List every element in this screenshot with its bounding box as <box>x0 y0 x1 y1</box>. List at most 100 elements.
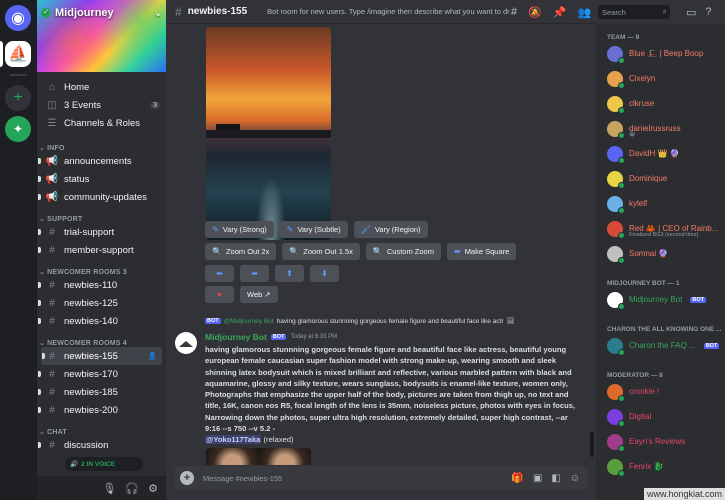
member-name: Cixelyn <box>629 74 656 83</box>
channel-status[interactable]: 📢 status <box>37 170 166 188</box>
help-icon[interactable]: ? <box>705 6 711 18</box>
generated-image[interactable] <box>206 27 331 240</box>
add-server-icon[interactable]: + <box>5 85 31 111</box>
threads-icon[interactable]: # <box>511 6 517 18</box>
member-item[interactable]: crookie ! <box>596 379 725 404</box>
category-header[interactable]: ⌄ NEWCOMER ROOMS 4 <box>37 330 166 347</box>
member-item[interactable]: Eayn's Reviews <box>596 429 725 454</box>
voice-indicator[interactable]: 🔊 2 IN VOICE <box>65 457 143 471</box>
members-icon[interactable]: 👥 <box>578 6 592 19</box>
sidebar-item-2[interactable]: ☰ Channels & Roles <box>37 114 166 132</box>
sidebar-item-1[interactable]: ◫ 3 Events 3 <box>37 96 166 114</box>
member-item[interactable]: Red 🦀 | CEO of Rainb... Finalized BG3 (se… <box>596 216 725 241</box>
channel-newbies-125[interactable]: # newbies-125 <box>37 294 166 312</box>
action-button[interactable]: ✎ Vary (Strong) <box>205 221 274 238</box>
chat-scrollbar[interactable] <box>590 432 594 457</box>
action-button[interactable]: 🔍 Zoom Out 2x <box>205 243 277 260</box>
announcement-icon: 📢 <box>45 173 59 185</box>
emoji-icon[interactable]: ☺ <box>570 473 580 484</box>
category-header[interactable]: ⌄ INFO <box>37 135 166 152</box>
member-avatar <box>607 337 625 356</box>
category-header[interactable]: ⌄ NEWCOMER ROOMS 3 <box>37 259 166 276</box>
member-item[interactable]: clkruse <box>596 91 725 116</box>
sticker-icon[interactable]: ◧ <box>551 473 560 484</box>
chevron-down-icon[interactable]: ⌄ <box>154 8 162 19</box>
member-avatar <box>607 291 625 310</box>
channel-trial-support[interactable]: # trial-support <box>37 223 166 241</box>
action-button[interactable]: ⬅ <box>205 265 234 282</box>
explore-servers-icon[interactable]: ✦ <box>5 116 31 142</box>
member-avatar <box>607 145 625 164</box>
channel-topic[interactable]: Bot room for new users. Type /imagine th… <box>267 7 519 16</box>
action-button[interactable]: 🔍 Custom Zoom <box>365 243 441 260</box>
action-button[interactable]: 🖌 Vary (Region) <box>353 221 428 238</box>
channel-name: newbies-170 <box>64 368 118 380</box>
member-item[interactable]: Blue 🎩 | Beep Boop <box>596 41 725 66</box>
bot-tag: BOT <box>270 334 287 340</box>
headphones-icon[interactable]: 🎧 <box>125 482 139 495</box>
image-preview[interactable] <box>206 448 311 465</box>
action-button[interactable]: ✎ Vary (Subtle) <box>279 221 348 238</box>
button-icon: ⬌ <box>453 247 461 256</box>
member-item[interactable]: Dominique <box>596 166 725 191</box>
discord-home-icon[interactable]: ◉ <box>5 5 31 31</box>
channel-newbies-185[interactable]: # newbies-185 <box>37 383 166 401</box>
mute-bell-icon[interactable]: 🔕 <box>528 6 542 19</box>
channel-community-updates[interactable]: 📢 community-updates <box>37 188 166 206</box>
button-label: Make Square <box>464 247 510 256</box>
channel-newbies-110[interactable]: # newbies-110 <box>37 276 166 294</box>
channel-discussion[interactable]: # discussion <box>37 436 166 454</box>
member-item[interactable]: kylelf <box>596 191 725 216</box>
message-composer[interactable]: + Message #newbies-155 🎁 ▣ ◧ ☺ <box>174 466 588 490</box>
user-mention[interactable]: @Yoko117Taka <box>205 435 262 445</box>
midjourney-server-icon[interactable]: ⛵ <box>5 41 31 67</box>
server-header[interactable]: ✓ Midjourney ⌄ <box>41 4 162 22</box>
action-button[interactable]: 🔍 Zoom Out 1.5x <box>282 243 360 260</box>
channel-name: status <box>64 173 90 185</box>
member-item[interactable]: Midjourney Bot BOT <box>596 287 725 312</box>
attach-plus-icon[interactable]: + <box>180 471 194 485</box>
member-item[interactable]: Somnai 🔮 <box>596 241 725 266</box>
member-item[interactable]: Charon the FAQ ... BOT <box>596 333 725 358</box>
gift-icon[interactable]: 🎁 <box>511 473 523 484</box>
settings-gear-icon[interactable]: ⚙ <box>148 482 158 495</box>
channel-newbies-170[interactable]: # newbies-170 <box>37 365 166 383</box>
channel-name: community-updates <box>64 191 147 203</box>
microphone-icon[interactable]: 🎙 <box>102 482 116 495</box>
search-input[interactable]: Search ⌕ <box>598 5 670 19</box>
channel-member-support[interactable]: # member-support <box>37 241 166 259</box>
action-button[interactable]: ⬌ Make Square <box>446 243 517 260</box>
channel-newbies-155[interactable]: # newbies-155 👤 <box>41 347 162 365</box>
member-item[interactable]: DavidH 👑 🔮 <box>596 141 725 166</box>
category-header[interactable]: ⌄ SUPPORT <box>37 206 166 223</box>
member-status-text: 😭 <box>629 132 636 138</box>
member-item[interactable]: Cixelyn <box>596 66 725 91</box>
web-button[interactable]: Web ↗ <box>240 286 278 303</box>
variation-buttons: ✎ Vary (Strong) ✎ Vary (Subtle) 🖌 Vary (Regio… <box>205 221 428 238</box>
gif-icon[interactable]: ▣ <box>533 473 542 484</box>
reply-reference[interactable]: BOT @Midjourney Bot having glamorous stu… <box>205 317 515 325</box>
member-item[interactable]: Digital <box>596 404 725 429</box>
add-member-icon[interactable]: 👤 <box>148 352 157 360</box>
preview-right <box>258 448 311 465</box>
member-item[interactable]: Fenrix 🐉 <box>596 454 725 479</box>
pin-icon[interactable]: 📌 <box>553 6 567 19</box>
status-online-icon <box>618 469 625 477</box>
action-button[interactable]: ⬆ <box>275 265 304 282</box>
action-button[interactable]: ➡ <box>240 265 269 282</box>
channel-name: newbies-125 <box>64 297 118 309</box>
action-button[interactable]: ⬇ <box>310 265 339 282</box>
message-author[interactable]: Midjourney Bot <box>205 332 267 342</box>
category-header[interactable]: ⌄ CHAT <box>37 419 166 436</box>
avatar[interactable] <box>175 332 197 354</box>
inbox-icon[interactable]: ▭ <box>686 6 696 19</box>
button-label: Custom Zoom <box>386 247 434 256</box>
favorite-button[interactable]: ♥ <box>205 286 234 303</box>
member-item[interactable]: danielrussruss 😭 <box>596 116 725 141</box>
channel-newbies-200[interactable]: # newbies-200 <box>37 401 166 419</box>
channel-name: member-support <box>64 244 134 256</box>
channel-announcements[interactable]: 📢 announcements <box>37 152 166 170</box>
channel-newbies-140[interactable]: # newbies-140 <box>37 312 166 330</box>
sidebar-item-0[interactable]: ⌂ Home <box>37 78 166 96</box>
category-name: SUPPORT <box>47 216 83 223</box>
